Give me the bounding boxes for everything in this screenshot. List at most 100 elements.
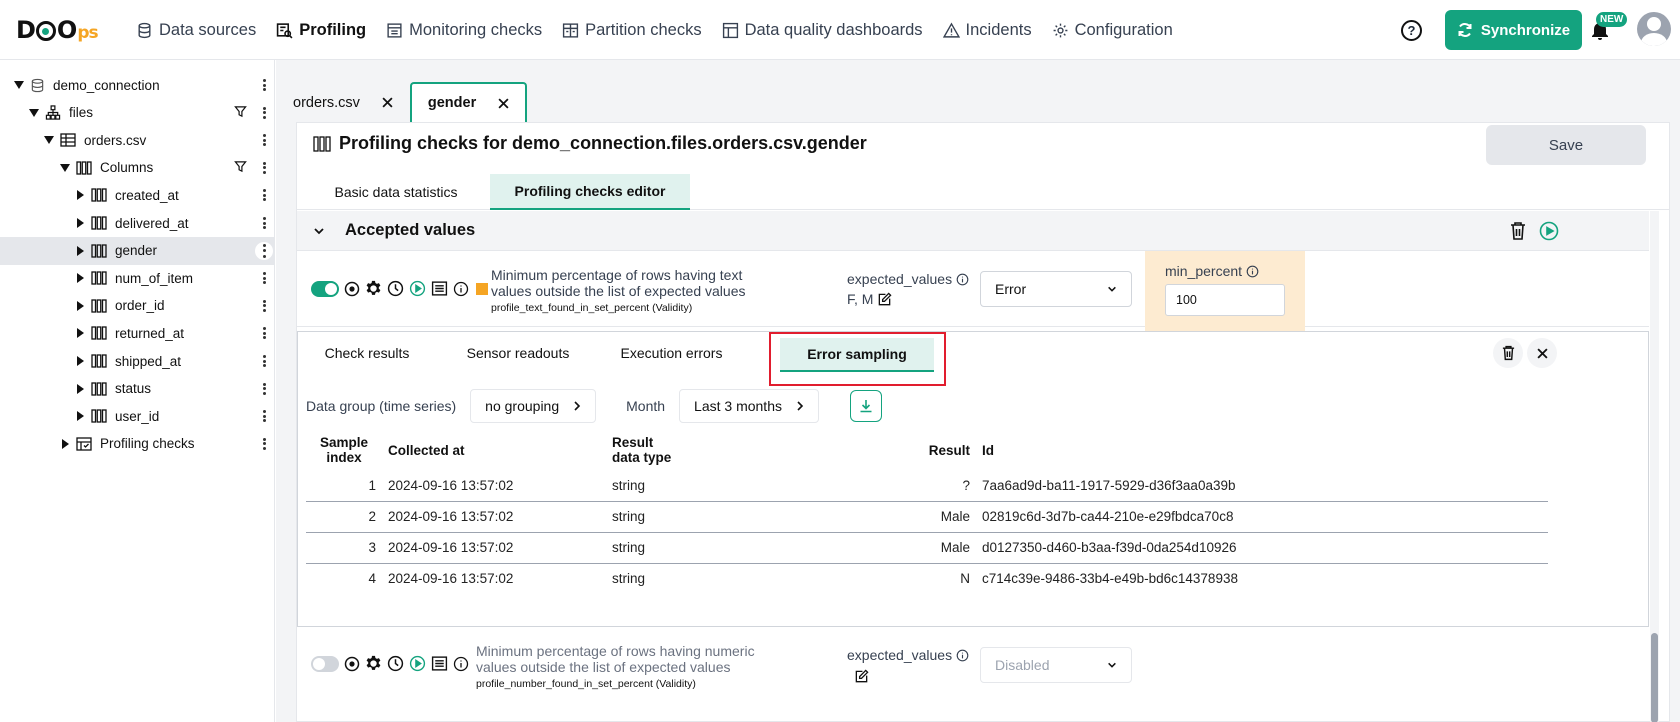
synchronize-button[interactable]: Synchronize (1445, 10, 1582, 50)
more-options-icon[interactable] (256, 408, 272, 424)
user-avatar[interactable] (1637, 12, 1671, 46)
tree-item-profiling-checks[interactable]: Profiling checks (0, 430, 275, 458)
data-group-select[interactable]: no grouping (470, 389, 597, 423)
tab-orders-csv[interactable]: orders.csv (276, 82, 410, 122)
more-options-icon[interactable] (256, 436, 272, 452)
nav-partition-checks[interactable]: Partition checks (562, 21, 702, 40)
tree-item-demo-connection[interactable]: demo_connection (0, 71, 275, 99)
tree-item-orders-csv[interactable]: orders.csv (0, 126, 275, 154)
help-icon[interactable]: ? (1401, 20, 1422, 41)
nav-data-quality-dashboards[interactable]: Data quality dashboards (722, 21, 923, 40)
caret-right-icon[interactable] (75, 328, 85, 339)
caret-right-icon[interactable] (60, 438, 70, 449)
info-icon[interactable] (453, 656, 469, 672)
tree-item-delivered-at[interactable]: delivered_at (0, 209, 275, 237)
scrollbar-thumb[interactable] (1651, 633, 1658, 722)
nav-profiling[interactable]: Profiling (276, 21, 366, 40)
chevron-down-icon[interactable] (313, 225, 325, 237)
tree-item-shipped-at[interactable]: shipped_at (0, 347, 275, 375)
caret-right-icon[interactable] (75, 411, 85, 422)
nav-data-sources[interactable]: Data sources (136, 21, 256, 40)
dqops-logo[interactable]: D Ops (16, 16, 99, 44)
stop-icon[interactable] (344, 656, 360, 672)
severity-select[interactable]: Error (980, 271, 1132, 307)
vertical-scrollbar[interactable] (1650, 211, 1659, 722)
tab-check-results[interactable]: Check results (312, 332, 422, 374)
clock-icon[interactable] (387, 280, 404, 297)
more-options-icon[interactable] (256, 105, 272, 121)
min-percent-input[interactable]: 100 (1165, 284, 1285, 316)
edit-icon[interactable] (854, 669, 869, 684)
run-check-icon[interactable] (409, 655, 426, 672)
more-options-icon[interactable] (256, 160, 272, 176)
check-enabled-toggle[interactable] (311, 280, 339, 297)
gear-icon[interactable] (365, 655, 382, 672)
tab-profiling-checks-editor[interactable]: Profiling checks editor (490, 174, 690, 210)
tab-gender[interactable]: gender (409, 82, 528, 122)
caret-right-icon[interactable] (75, 218, 85, 228)
stop-icon[interactable] (344, 281, 360, 297)
caret-right-icon[interactable] (75, 190, 85, 201)
edit-icon[interactable] (877, 291, 892, 307)
more-options-icon[interactable] (256, 353, 272, 369)
more-options-icon[interactable] (256, 325, 272, 341)
caret-down-icon[interactable] (44, 135, 54, 145)
nav-incidents[interactable]: Incidents (942, 21, 1032, 40)
tab-sensor-readouts[interactable]: Sensor readouts (458, 332, 578, 374)
delete-results-button[interactable] (1493, 338, 1523, 368)
category-header[interactable]: Accepted values (297, 211, 1649, 251)
info-icon[interactable] (1246, 265, 1259, 278)
more-options-icon[interactable] (256, 298, 272, 314)
tree-item-created-at[interactable]: created_at (0, 181, 275, 209)
more-options-icon[interactable] (256, 77, 272, 93)
info-icon[interactable] (956, 649, 969, 662)
filter-icon[interactable] (234, 105, 247, 118)
more-options-icon[interactable] (255, 241, 273, 260)
tree-item-status[interactable]: status (0, 375, 275, 403)
tree-item-files[interactable]: files (0, 99, 275, 127)
run-check-icon[interactable] (409, 280, 426, 297)
more-options-icon[interactable] (256, 381, 272, 397)
tab-basic-data-statistics[interactable]: Basic data statistics (311, 174, 481, 210)
trash-icon[interactable] (1509, 221, 1527, 241)
results-list-icon[interactable] (431, 280, 448, 297)
severity-select[interactable]: Disabled (980, 647, 1132, 683)
more-options-icon[interactable] (256, 187, 272, 203)
synchronize-label: Synchronize (1480, 21, 1571, 39)
caret-right-icon[interactable] (75, 273, 85, 284)
run-check-icon[interactable] (1539, 221, 1559, 241)
tab-execution-errors[interactable]: Execution errors (614, 332, 729, 374)
caret-right-icon[interactable] (75, 245, 85, 256)
save-button[interactable]: Save (1486, 125, 1646, 165)
caret-down-icon[interactable] (60, 163, 70, 173)
download-button[interactable] (849, 390, 882, 422)
results-list-icon[interactable] (431, 655, 448, 672)
info-icon[interactable] (453, 281, 469, 297)
clock-icon[interactable] (387, 655, 404, 672)
column-icon (91, 326, 107, 341)
info-icon[interactable] (956, 273, 969, 286)
tree-item-returned-at[interactable]: returned_at (0, 319, 275, 347)
caret-right-icon[interactable] (75, 383, 85, 394)
close-icon[interactable] (498, 97, 509, 109)
tree-item-user-id[interactable]: user_id (0, 402, 275, 430)
filter-icon[interactable] (234, 160, 247, 173)
more-options-icon[interactable] (256, 270, 272, 286)
caret-down-icon[interactable] (29, 108, 39, 118)
caret-right-icon[interactable] (75, 300, 85, 311)
month-select[interactable]: Last 3 months (679, 389, 819, 423)
check-enabled-toggle[interactable] (311, 655, 339, 672)
tree-item-num-of-item[interactable]: num_of_item (0, 264, 275, 292)
tree-item-columns[interactable]: Columns (0, 154, 275, 182)
more-options-icon[interactable] (256, 132, 272, 148)
tree-item-gender[interactable]: gender (0, 236, 275, 265)
more-options-icon[interactable] (256, 215, 272, 231)
close-icon[interactable] (382, 97, 393, 108)
close-details-button[interactable] (1527, 338, 1557, 368)
tree-item-order-id[interactable]: order_id (0, 292, 275, 320)
caret-down-icon[interactable] (14, 80, 24, 90)
gear-icon[interactable] (365, 280, 382, 297)
nav-monitoring-checks[interactable]: Monitoring checks (386, 21, 542, 40)
nav-configuration[interactable]: Configuration (1052, 21, 1173, 40)
caret-right-icon[interactable] (75, 356, 85, 366)
